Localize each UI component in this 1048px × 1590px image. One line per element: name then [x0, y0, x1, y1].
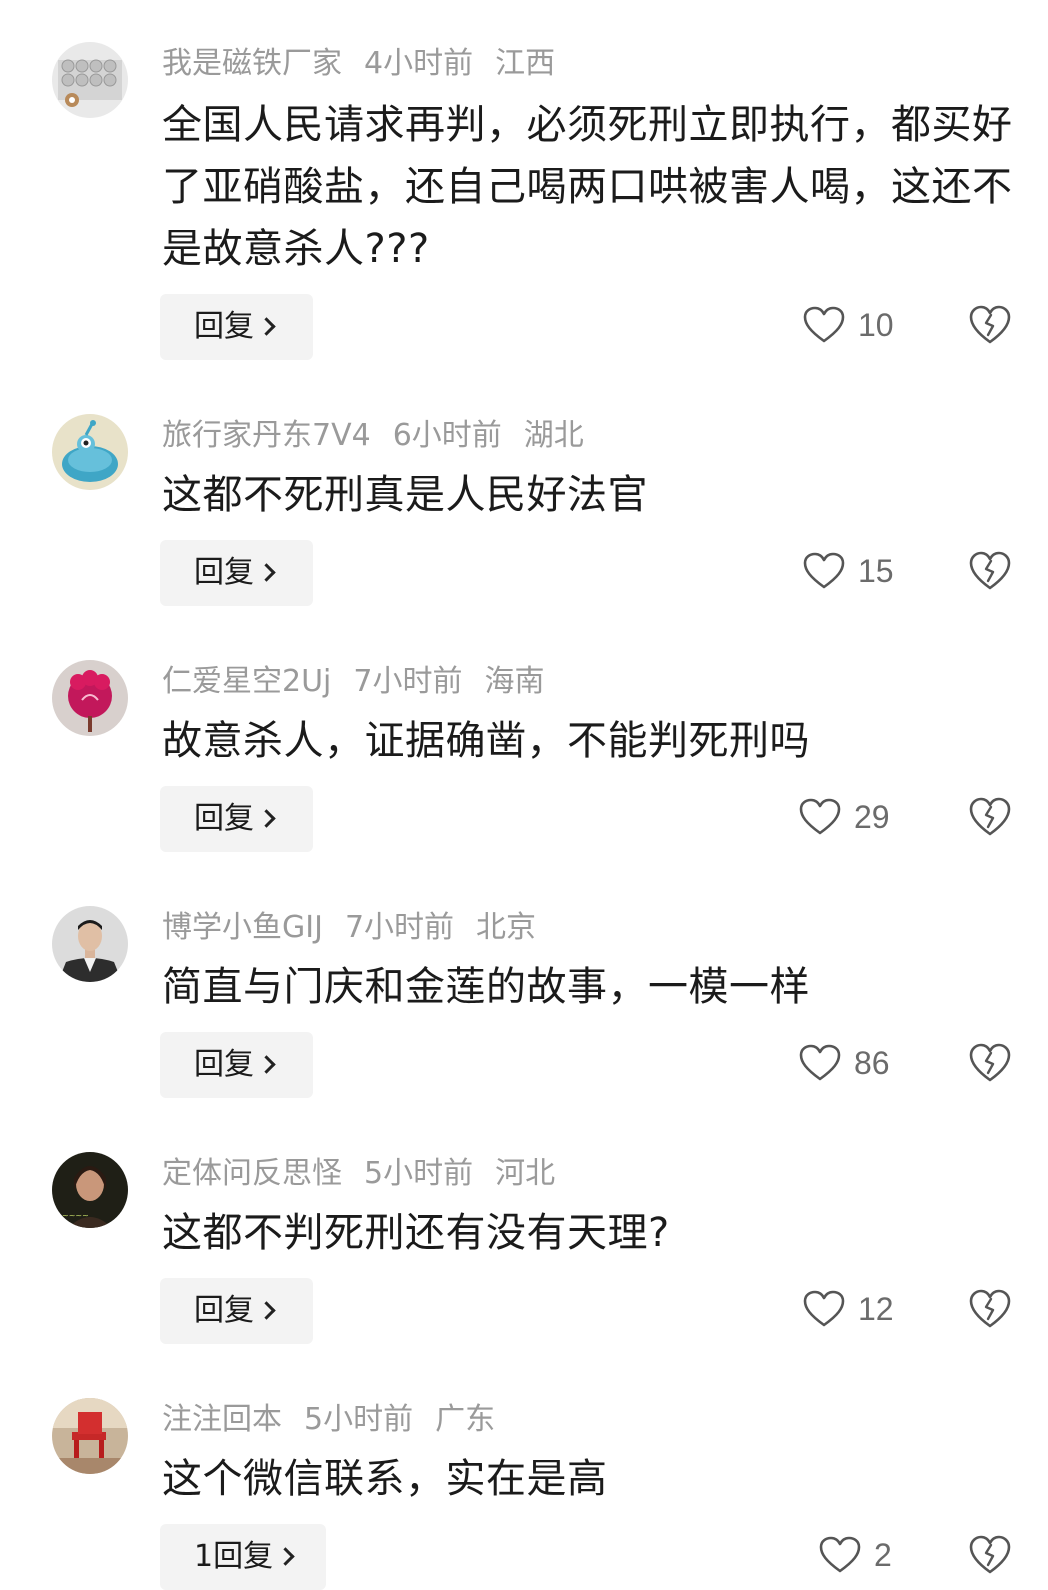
chevron-right-icon: [257, 1301, 276, 1320]
reply-button[interactable]: 回复: [160, 786, 313, 852]
location: 海南: [484, 664, 545, 699]
broken-heart-icon: [969, 1289, 1011, 1328]
timestamp: 4小时前: [364, 46, 474, 81]
like-button[interactable]: 15: [802, 546, 922, 596]
avatar[interactable]: [52, 906, 128, 982]
chevron-right-icon: [276, 1547, 295, 1566]
reply-button[interactable]: 回复: [160, 1278, 313, 1344]
like-count: 12: [858, 1290, 894, 1327]
timestamp: 7小时前: [353, 664, 463, 699]
broken-heart-icon: [969, 1535, 1011, 1574]
chevron-right-icon: [257, 563, 276, 582]
dislike-button[interactable]: [968, 796, 1012, 838]
broken-heart-icon: [969, 551, 1011, 590]
reply-label: 回复: [194, 555, 254, 590]
heart-icon: [798, 1043, 842, 1083]
reply-label: 回复: [194, 801, 254, 836]
like-count: 10: [858, 306, 894, 343]
comment-text: 故意杀人，证据确凿，不能判死刑吗: [162, 718, 810, 764]
reply-button[interactable]: 回复: [160, 540, 313, 606]
chevron-right-icon: [257, 1055, 276, 1074]
timestamp: 5小时前: [304, 1402, 414, 1437]
username[interactable]: 我是磁铁厂家: [162, 46, 342, 81]
like-count: 86: [854, 1044, 890, 1081]
reply-button[interactable]: 回复: [160, 294, 313, 360]
location: 北京: [476, 910, 537, 945]
avatar[interactable]: [52, 414, 128, 490]
username[interactable]: 旅行家丹东7V4: [162, 418, 371, 453]
dislike-button[interactable]: [968, 304, 1012, 346]
comment-text: 这都不死刑真是人民好法官: [162, 472, 648, 518]
comment-text: 全国人民请求再判，必须死刑立即执行，都买好了亚硝酸盐，还自己喝两口哄被害人喝，这…: [162, 102, 1013, 272]
heart-icon: [798, 797, 842, 837]
dislike-button[interactable]: [968, 1042, 1012, 1084]
username[interactable]: 博学小鱼GIJ: [162, 910, 323, 945]
comment-meta: 我是磁铁厂家 4小时前 江西: [162, 44, 577, 84]
like-button[interactable]: 86: [798, 1038, 918, 1088]
like-button[interactable]: 10: [802, 300, 922, 350]
avatar[interactable]: ~~~~: [52, 1152, 128, 1228]
comment-text: 这都不判死刑还有没有天理?: [162, 1210, 670, 1256]
avatar[interactable]: [52, 1398, 128, 1474]
comment-meta: 仁爱星空2Uj 7小时前 海南: [162, 662, 566, 702]
dislike-button[interactable]: [968, 1288, 1012, 1330]
comment-meta: 定体问反思怪 5小时前 河北: [162, 1154, 577, 1194]
location: 江西: [495, 46, 556, 81]
reply-label: 1回复: [194, 1539, 274, 1574]
broken-heart-icon: [969, 1043, 1011, 1082]
broken-heart-icon: [969, 797, 1011, 836]
reply-button[interactable]: 回复: [160, 1032, 313, 1098]
location: 河北: [495, 1156, 556, 1191]
reply-label: 回复: [194, 1047, 254, 1082]
location: 广东: [435, 1402, 496, 1437]
chevron-right-icon: [257, 317, 276, 336]
like-button[interactable]: 29: [798, 792, 918, 842]
like-count: 15: [858, 552, 894, 589]
heart-icon: [818, 1535, 862, 1575]
comment-meta: 注注回本 5小时前 广东: [162, 1400, 517, 1440]
comment-meta: 博学小鱼GIJ 7小时前 北京: [162, 908, 558, 948]
username[interactable]: 定体问反思怪: [162, 1156, 342, 1191]
broken-heart-icon: [969, 305, 1011, 344]
reply-label: 回复: [194, 309, 254, 344]
chevron-right-icon: [257, 809, 276, 828]
avatar[interactable]: [52, 660, 128, 736]
comment-text: 这个微信联系，实在是高: [162, 1456, 608, 1502]
comment-meta: 旅行家丹东7V4 6小时前 湖北: [162, 416, 606, 456]
timestamp: 5小时前: [364, 1156, 474, 1191]
svg-text:~~~~: ~~~~: [62, 1211, 89, 1220]
comment-text: 简直与门庆和金莲的故事，一模一样: [162, 964, 810, 1010]
dislike-button[interactable]: [968, 550, 1012, 592]
heart-icon: [802, 305, 846, 345]
timestamp: 7小时前: [344, 910, 455, 945]
username[interactable]: 注注回本: [162, 1402, 282, 1437]
heart-icon: [802, 551, 846, 591]
timestamp: 6小时前: [392, 418, 502, 453]
comment-list: 我是磁铁厂家 4小时前 江西 全国人民请求再判，必须死刑立即执行，都买好了亚硝酸盐，…: [0, 0, 1048, 1590]
like-count: 29: [854, 798, 890, 835]
reply-label: 回复: [194, 1293, 254, 1328]
username[interactable]: 仁爱星空2Uj: [162, 664, 331, 699]
avatar[interactable]: [52, 42, 128, 118]
location: 湖北: [523, 418, 584, 453]
like-count: 2: [874, 1536, 892, 1573]
heart-icon: [802, 1289, 846, 1329]
dislike-button[interactable]: [968, 1534, 1012, 1576]
like-button[interactable]: 12: [802, 1284, 922, 1334]
like-button[interactable]: 2: [818, 1530, 938, 1580]
reply-button[interactable]: 1回复: [160, 1524, 326, 1590]
